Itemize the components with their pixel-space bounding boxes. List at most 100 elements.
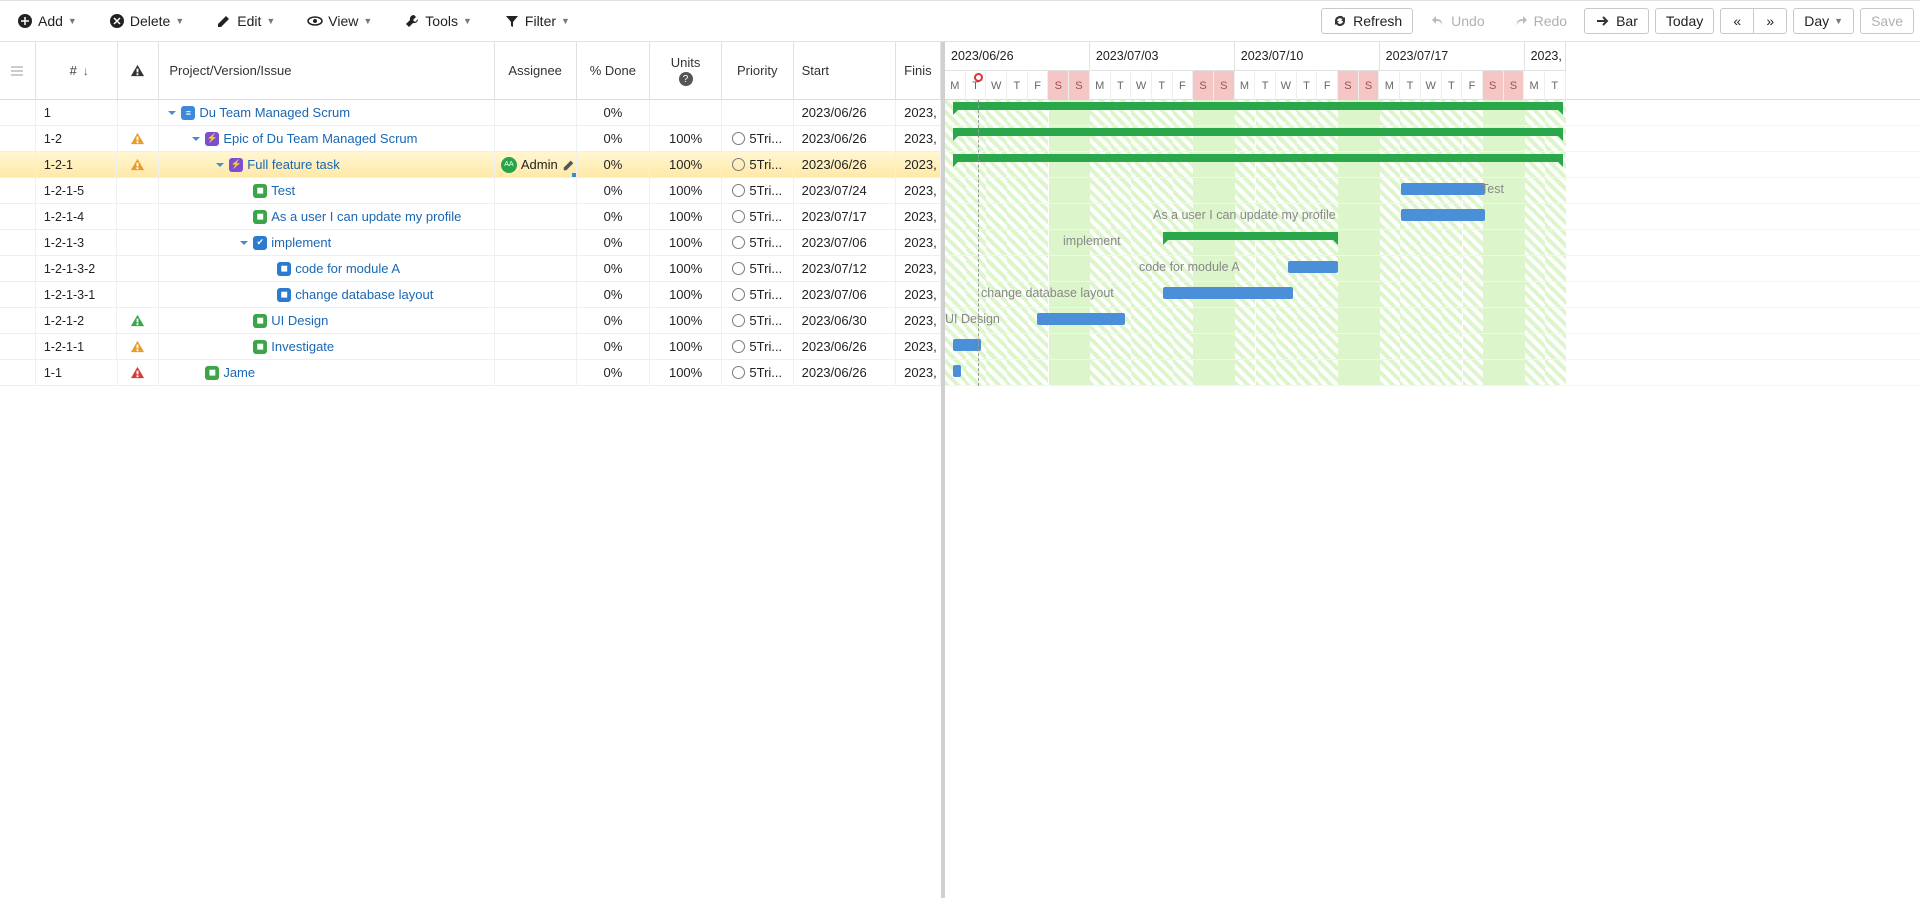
start-cell[interactable]: 2023/06/26 [794, 360, 897, 385]
gantt-row[interactable]: Test [945, 178, 1920, 204]
priority-cell[interactable]: 5Tri... [722, 152, 794, 177]
units-cell[interactable]: 100% [650, 178, 722, 203]
start-cell[interactable]: 2023/06/26 [794, 152, 897, 177]
finish-cell[interactable]: 2023, [896, 360, 941, 385]
column-finish[interactable]: Finis [896, 42, 941, 99]
finish-cell[interactable]: 2023, [896, 100, 941, 125]
task-bar[interactable] [1163, 287, 1293, 299]
table-row[interactable]: 1-2-1-4 ◼ As a user I can update my prof… [0, 204, 941, 230]
task-name[interactable]: Investigate [271, 339, 334, 354]
assignee-cell[interactable]: AAAdmin [495, 152, 577, 177]
table-row[interactable]: 1-2-1-3-1 ◼ change database layout 0% 10… [0, 282, 941, 308]
finish-cell[interactable]: 2023, [896, 256, 941, 281]
table-row[interactable]: 1-2-1-3 ✔ implement 0% 100% 5Tri... 2023… [0, 230, 941, 256]
collapse-icon[interactable] [191, 134, 201, 144]
table-row[interactable]: 1-2-1-3-2 ◼ code for module A 0% 100% 5T… [0, 256, 941, 282]
gantt-chart[interactable]: 2023/06/262023/07/032023/07/102023/07/17… [945, 42, 1920, 898]
collapse-icon[interactable] [167, 108, 177, 118]
done-cell[interactable]: 0% [577, 256, 651, 281]
table-row[interactable]: 1 ≡ Du Team Managed Scrum 0% 2023/06/26 … [0, 100, 941, 126]
assignee-cell[interactable] [495, 282, 577, 307]
units-cell[interactable]: 100% [650, 256, 722, 281]
summary-bar[interactable] [1163, 232, 1338, 240]
tools-button[interactable]: Tools▼ [393, 8, 483, 34]
edit-icon[interactable] [562, 158, 576, 172]
save-button[interactable]: Save [1860, 8, 1914, 34]
task-name-cell[interactable]: ⚡ Full feature task [159, 152, 495, 177]
start-cell[interactable]: 2023/07/06 [794, 282, 897, 307]
assignee-cell[interactable] [495, 178, 577, 203]
gantt-row[interactable] [945, 126, 1920, 152]
units-cell[interactable]: 100% [650, 126, 722, 151]
assignee-cell[interactable] [495, 100, 577, 125]
table-row[interactable]: 1-2-1-2 ◼ UI Design 0% 100% 5Tri... 2023… [0, 308, 941, 334]
start-cell[interactable]: 2023/06/26 [794, 100, 897, 125]
task-name[interactable]: As a user I can update my profile [271, 209, 461, 224]
task-name-cell[interactable]: ◼ As a user I can update my profile [159, 204, 495, 229]
priority-cell[interactable]: 5Tri... [722, 308, 794, 333]
column-priority[interactable]: Priority [722, 42, 794, 99]
column-drag[interactable] [0, 42, 36, 99]
priority-cell[interactable]: 5Tri... [722, 360, 794, 385]
redo-button[interactable]: Redo [1502, 8, 1578, 34]
finish-cell[interactable]: 2023, [896, 178, 941, 203]
gantt-row[interactable]: code for module A [945, 256, 1920, 282]
table-row[interactable]: 1-2-1-1 ◼ Investigate 0% 100% 5Tri... 20… [0, 334, 941, 360]
units-cell[interactable]: 100% [650, 308, 722, 333]
priority-cell[interactable]: 5Tri... [722, 178, 794, 203]
add-button[interactable]: Add▼ [6, 8, 88, 34]
task-name-cell[interactable]: ◼ code for module A [159, 256, 495, 281]
prev-button[interactable]: « [1720, 8, 1753, 34]
priority-cell[interactable]: 5Tri... [722, 126, 794, 151]
finish-cell[interactable]: 2023, [896, 204, 941, 229]
column-units[interactable]: Units? [650, 42, 722, 99]
task-name-cell[interactable]: ◼ UI Design [159, 308, 495, 333]
task-name[interactable]: code for module A [295, 261, 400, 276]
gantt-row[interactable]: As a user I can update my profile [945, 204, 1920, 230]
assignee-cell[interactable] [495, 256, 577, 281]
units-cell[interactable] [650, 100, 722, 125]
summary-bar[interactable] [953, 102, 1563, 110]
start-cell[interactable]: 2023/06/26 [794, 334, 897, 359]
units-cell[interactable]: 100% [650, 282, 722, 307]
done-cell[interactable]: 0% [577, 178, 651, 203]
task-bar[interactable] [1037, 313, 1125, 325]
bar-button[interactable]: Bar [1584, 8, 1649, 34]
assignee-cell[interactable] [495, 230, 577, 255]
column-assignee[interactable]: Assignee [495, 42, 577, 99]
edit-button[interactable]: Edit▼ [205, 8, 286, 34]
done-cell[interactable]: 0% [577, 152, 651, 177]
done-cell[interactable]: 0% [577, 100, 651, 125]
finish-cell[interactable]: 2023, [896, 282, 941, 307]
column-start[interactable]: Start [794, 42, 897, 99]
task-bar[interactable] [953, 365, 961, 377]
task-name-cell[interactable]: ◼ Investigate [159, 334, 495, 359]
task-bar[interactable] [1401, 209, 1485, 221]
start-cell[interactable]: 2023/07/17 [794, 204, 897, 229]
priority-cell[interactable]: 5Tri... [722, 334, 794, 359]
task-name-cell[interactable]: ✔ implement [159, 230, 495, 255]
done-cell[interactable]: 0% [577, 334, 651, 359]
collapse-icon[interactable] [215, 160, 225, 170]
summary-bar[interactable] [953, 128, 1563, 136]
filter-button[interactable]: Filter▼ [493, 8, 581, 34]
units-cell[interactable]: 100% [650, 204, 722, 229]
gantt-row[interactable] [945, 334, 1920, 360]
help-icon[interactable]: ? [679, 72, 693, 86]
task-name[interactable]: Du Team Managed Scrum [199, 105, 350, 120]
finish-cell[interactable]: 2023, [896, 308, 941, 333]
task-name[interactable]: Epic of Du Team Managed Scrum [223, 131, 417, 146]
summary-bar[interactable] [953, 154, 1563, 162]
column-done[interactable]: % Done [577, 42, 651, 99]
gantt-row[interactable]: implement [945, 230, 1920, 256]
priority-cell[interactable]: 5Tri... [722, 282, 794, 307]
done-cell[interactable]: 0% [577, 308, 651, 333]
task-name[interactable]: UI Design [271, 313, 328, 328]
task-name[interactable]: Test [271, 183, 295, 198]
assignee-cell[interactable] [495, 308, 577, 333]
finish-cell[interactable]: 2023, [896, 230, 941, 255]
task-bar[interactable] [1288, 261, 1338, 273]
day-button[interactable]: Day▼ [1793, 8, 1854, 34]
units-cell[interactable]: 100% [650, 230, 722, 255]
resize-handle-icon[interactable] [572, 173, 577, 177]
